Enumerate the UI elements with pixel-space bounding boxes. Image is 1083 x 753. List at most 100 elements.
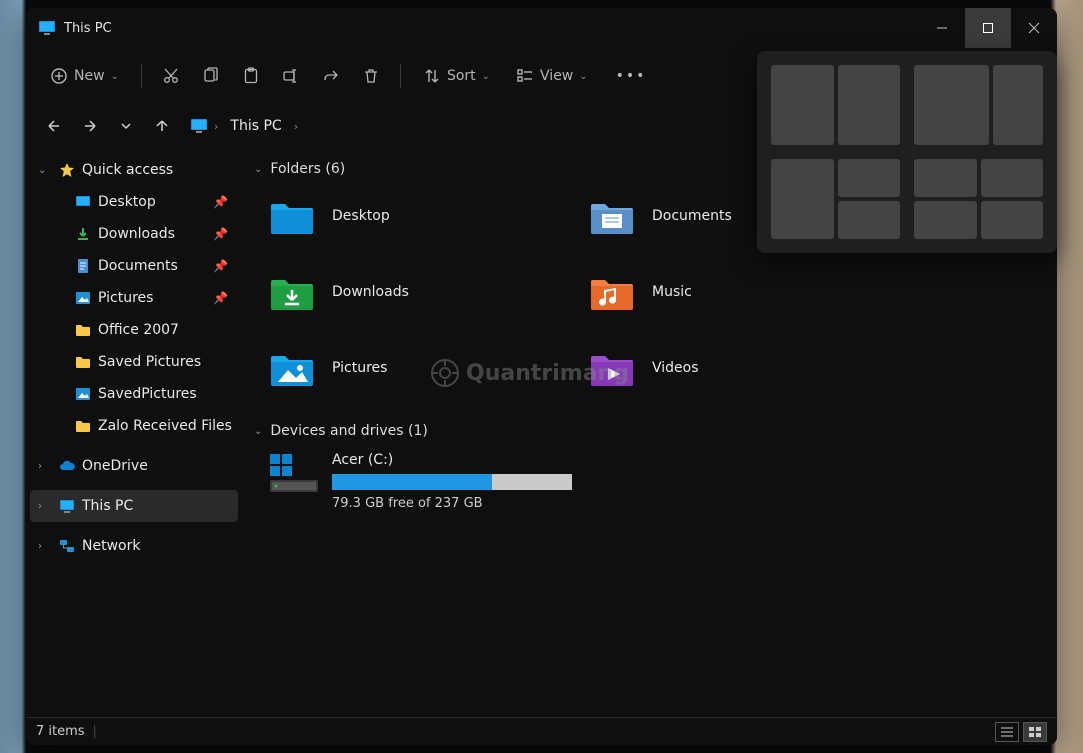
status-bar: 7 items |: [26, 717, 1057, 745]
group-label: Folders (6): [270, 161, 345, 177]
snap-zone[interactable]: [981, 159, 1044, 197]
sidebar-item-label: Office 2007: [98, 322, 179, 338]
sidebar-item-documents[interactable]: Documents 📌: [30, 250, 238, 282]
cut-button[interactable]: [152, 58, 190, 94]
folder-label: Pictures: [332, 360, 387, 376]
star-icon: [58, 161, 76, 179]
chevron-right-icon: ›: [294, 120, 298, 133]
snap-zone[interactable]: [981, 201, 1044, 239]
drive-icon: [268, 452, 320, 494]
documents-folder-icon: [588, 192, 636, 240]
snap-zone[interactable]: [914, 65, 989, 145]
view-label: View: [540, 68, 573, 84]
sidebar-item-saved-pictures[interactable]: Saved Pictures: [30, 346, 238, 378]
sidebar-item-label: SavedPictures: [98, 386, 197, 402]
snap-zone[interactable]: [914, 201, 977, 239]
folder-label: Desktop: [332, 208, 390, 224]
sidebar-item-label: Quick access: [82, 162, 173, 178]
this-pc-icon: [190, 117, 208, 135]
drives-group-header[interactable]: ⌄ Devices and drives (1): [254, 416, 1045, 446]
sidebar-item-pictures[interactable]: Pictures 📌: [30, 282, 238, 314]
share-button[interactable]: [312, 58, 350, 94]
recent-button[interactable]: [110, 110, 142, 142]
cloud-icon: [58, 457, 76, 475]
folder-label: Videos: [652, 360, 699, 376]
network-icon: [58, 537, 76, 555]
sidebar-onedrive[interactable]: › OneDrive: [30, 450, 238, 482]
chevron-right-icon: ›: [38, 501, 52, 512]
close-button[interactable]: [1011, 8, 1057, 48]
sidebar-this-pc[interactable]: › This PC: [30, 490, 238, 522]
folder-videos[interactable]: Videos: [588, 344, 908, 392]
sidebar-item-office2007[interactable]: Office 2007: [30, 314, 238, 346]
chevron-down-icon: ⌄: [254, 164, 262, 175]
breadcrumb-this-pc[interactable]: This PC: [224, 114, 287, 138]
chevron-down-icon: ⌄: [111, 71, 119, 82]
folder-label: Downloads: [332, 284, 409, 300]
forward-button[interactable]: [74, 110, 106, 142]
paste-button[interactable]: [232, 58, 270, 94]
sidebar-item-label: Desktop: [98, 194, 156, 210]
snap-zone[interactable]: [771, 65, 834, 145]
copy-button[interactable]: [192, 58, 230, 94]
details-view-button[interactable]: [995, 722, 1019, 742]
chevron-right-icon: ›: [38, 541, 52, 552]
sidebar-item-downloads[interactable]: Downloads 📌: [30, 218, 238, 250]
sidebar-item-label: Documents: [98, 258, 178, 274]
chevron-down-icon: ⌄: [254, 426, 262, 437]
back-button[interactable]: [38, 110, 70, 142]
ellipsis-icon: •••: [616, 68, 647, 84]
picture-icon: [74, 385, 92, 403]
sidebar-network[interactable]: › Network: [30, 530, 238, 562]
view-icon: [516, 67, 534, 85]
snap-zone[interactable]: [993, 65, 1043, 145]
view-button[interactable]: View ⌄: [504, 58, 600, 94]
sidebar-item-label: OneDrive: [82, 458, 148, 474]
sidebar: ⌄ Quick access Desktop 📌 Downloads 📌 Doc…: [26, 148, 242, 717]
pin-icon: 📌: [213, 291, 228, 305]
up-button[interactable]: [146, 110, 178, 142]
copy-icon: [202, 67, 220, 85]
new-label: New: [74, 68, 105, 84]
more-button[interactable]: •••: [606, 58, 657, 94]
chevron-down-icon: ⌄: [579, 71, 587, 82]
chevron-down-icon: ⌄: [38, 165, 52, 176]
item-count: 7 items: [36, 724, 85, 739]
snap-zone[interactable]: [838, 159, 901, 197]
folder-music[interactable]: Music: [588, 268, 908, 316]
separator: [400, 64, 401, 88]
sidebar-item-desktop[interactable]: Desktop 📌: [30, 186, 238, 218]
folder-label: Documents: [652, 208, 732, 224]
drive-c[interactable]: Acer (C:) 79.3 GB free of 237 GB: [254, 446, 1045, 511]
sidebar-item-savedpictures[interactable]: SavedPictures: [30, 378, 238, 410]
window-controls: [919, 8, 1057, 48]
snap-layout-3left: [771, 159, 900, 239]
sidebar-item-label: Saved Pictures: [98, 354, 201, 370]
nav-arrows: [38, 110, 178, 142]
sidebar-item-zalo[interactable]: Zalo Received Files: [30, 410, 238, 442]
paste-icon: [242, 67, 260, 85]
share-icon: [322, 67, 340, 85]
sort-button[interactable]: Sort ⌄: [411, 58, 502, 94]
rename-button[interactable]: [272, 58, 310, 94]
this-pc-icon: [58, 497, 76, 515]
snap-zone[interactable]: [914, 159, 977, 197]
sort-icon: [423, 67, 441, 85]
snap-zone[interactable]: [838, 201, 901, 239]
sidebar-quick-access[interactable]: ⌄ Quick access: [30, 154, 238, 186]
chevron-right-icon: ›: [38, 461, 52, 472]
folder-desktop[interactable]: Desktop: [268, 192, 588, 240]
snap-zone[interactable]: [838, 65, 901, 145]
tiles-view-button[interactable]: [1023, 722, 1047, 742]
delete-button[interactable]: [352, 58, 390, 94]
picture-icon: [74, 289, 92, 307]
snap-zone[interactable]: [771, 159, 834, 239]
window-title: This PC: [64, 21, 919, 36]
snap-layout-2col: [771, 65, 900, 145]
maximize-button[interactable]: [965, 8, 1011, 48]
minimize-button[interactable]: [919, 8, 965, 48]
title-bar: This PC: [26, 8, 1057, 48]
folder-downloads[interactable]: Downloads: [268, 268, 588, 316]
new-button[interactable]: New ⌄: [38, 58, 131, 94]
pin-icon: 📌: [213, 259, 228, 273]
